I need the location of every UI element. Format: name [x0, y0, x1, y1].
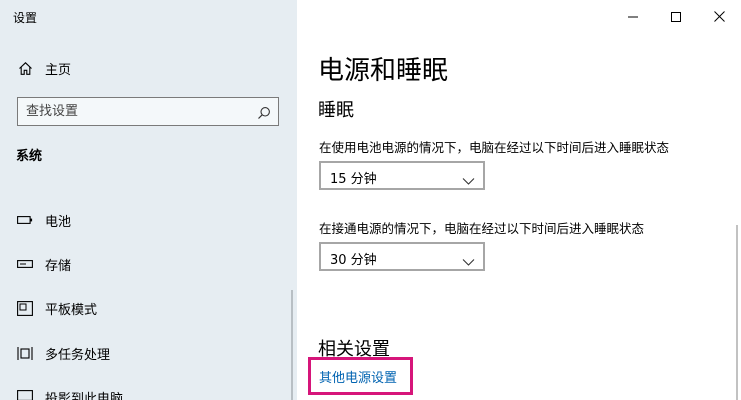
battery-icon — [17, 212, 33, 228]
page-title: 电源和睡眠 — [318, 56, 449, 86]
sidebar-item-label: 投影到此电脑 — [45, 391, 124, 400]
minimize-icon — [628, 7, 638, 26]
sidebar-item-storage[interactable]: 存储 — [0, 249, 297, 279]
minimize-button[interactable] — [610, 0, 656, 32]
sidebar-scrollbar[interactable] — [291, 290, 293, 400]
plugged-sleep-value: 30 分钟 — [330, 253, 377, 268]
multitasking-icon — [17, 345, 33, 361]
content-scrollbar[interactable] — [736, 225, 738, 400]
plugged-sleep-dropdown[interactable]: 30 分钟 — [319, 242, 485, 271]
sleep-heading: 睡眠 — [318, 100, 354, 121]
search-box[interactable] — [17, 97, 279, 126]
additional-power-settings-link[interactable]: 其他电源设置 — [319, 367, 397, 386]
chevron-down-icon — [462, 171, 475, 185]
sidebar-item-tablet-mode[interactable]: 平板模式 — [0, 293, 297, 323]
close-button[interactable] — [696, 0, 741, 32]
maximize-icon — [671, 7, 681, 26]
section-title: 系统 — [16, 149, 43, 164]
sidebar-item-battery[interactable]: 电池 — [0, 205, 297, 235]
settings-window: 设置 主页 系统 电池 存储 — [0, 0, 741, 400]
sidebar-item-label: 存储 — [45, 258, 72, 274]
sidebar: 设置 主页 系统 电池 存储 — [0, 0, 297, 400]
sidebar-item-home[interactable]: 主页 — [0, 53, 297, 83]
battery-sleep-dropdown[interactable]: 15 分钟 — [319, 161, 485, 190]
battery-sleep-label: 在使用电池电源的情况下，电脑在经过以下时间后进入睡眠状态 — [319, 140, 670, 155]
battery-sleep-value: 15 分钟 — [330, 172, 377, 187]
search-icon[interactable] — [257, 105, 271, 119]
main-content: 电源和睡眠 睡眠 在使用电池电源的情况下，电脑在经过以下时间后进入睡眠状态 15… — [297, 0, 741, 400]
close-icon — [713, 7, 725, 26]
sidebar-item-project[interactable]: 投影到此电脑 — [0, 382, 297, 400]
project-icon — [17, 389, 33, 400]
tablet-mode-icon — [17, 300, 33, 316]
sidebar-item-label: 平板模式 — [45, 302, 98, 318]
sidebar-item-label: 多任务处理 — [45, 347, 111, 363]
sidebar-item-multitasking[interactable]: 多任务处理 — [0, 338, 297, 368]
storage-icon — [17, 256, 33, 272]
app-title: 设置 — [13, 11, 38, 25]
search-input[interactable] — [26, 102, 251, 121]
home-icon — [17, 60, 33, 76]
sidebar-item-label: 主页 — [45, 62, 72, 78]
sidebar-item-label: 电池 — [45, 214, 72, 230]
plugged-sleep-label: 在接通电源的情况下，电脑在经过以下时间后进入睡眠状态 — [319, 221, 645, 236]
chevron-down-icon — [462, 252, 475, 266]
maximize-button[interactable] — [653, 0, 699, 32]
